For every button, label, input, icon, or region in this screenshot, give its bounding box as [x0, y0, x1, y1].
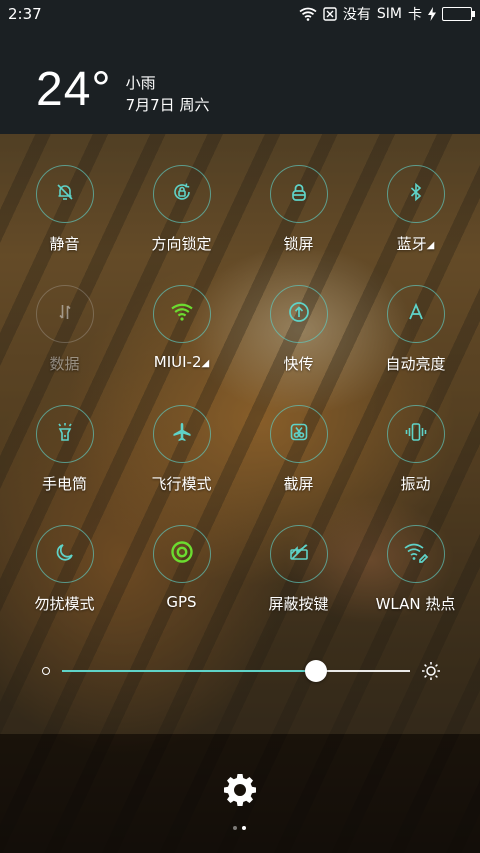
vibrate-icon	[404, 421, 428, 447]
weather-date: 7月7日 周六	[125, 96, 210, 114]
toggle-quick-share-circle[interactable]	[269, 285, 328, 343]
carrier-text: 没有	[342, 7, 371, 23]
expand-caret-icon: ◢	[426, 240, 435, 251]
toggle-vibrate-circle[interactable]	[386, 405, 445, 463]
quick-settings-grid: 静音 方向锁定 锁屏 蓝牙◢ 数据 MIUI-2◢ 快传 自动亮度 手电筒 飞行…	[6, 165, 474, 645]
bell-off-icon	[54, 181, 76, 207]
toggle-rotation-lock-circle[interactable]	[152, 165, 211, 223]
toggle-gps[interactable]: GPS	[123, 525, 240, 645]
toggle-airplane-circle[interactable]	[152, 405, 211, 463]
auto-brightness-icon	[405, 301, 427, 327]
toggle-label: 锁屏	[283, 235, 314, 253]
toggle-silent-circle[interactable]	[35, 165, 94, 223]
toggle-label: 截屏	[283, 475, 314, 493]
wifi-icon	[170, 302, 194, 326]
bluetooth-icon	[405, 181, 427, 207]
weather-widget[interactable]: 24° 小雨 7月7日 周六	[36, 66, 209, 116]
toggle-label: 飞行模式	[151, 475, 212, 493]
toggle-bluetooth[interactable]: 蓝牙◢	[357, 165, 474, 285]
brightness-low-icon	[42, 667, 50, 675]
toggle-do-not-disturb-circle[interactable]	[35, 525, 94, 583]
brightness-track-filled	[62, 670, 317, 672]
lock-icon	[288, 181, 310, 207]
rotation-lock-icon	[171, 181, 193, 207]
weather-details: 小雨 7月7日 周六	[126, 72, 210, 116]
toggle-flashlight-circle[interactable]	[35, 405, 94, 463]
settings-button[interactable]	[224, 774, 256, 810]
toggle-hotspot[interactable]: WLAN 热点	[357, 525, 474, 645]
toggle-auto-brightness[interactable]: 自动亮度	[357, 285, 474, 405]
status-icons: 没有 SIM 卡	[299, 4, 475, 24]
toggle-flashlight[interactable]: 手电筒	[6, 405, 123, 525]
toggle-lock-screen[interactable]: 锁屏	[240, 165, 357, 285]
toggle-wifi[interactable]: MIUI-2◢	[123, 285, 240, 405]
wifi-icon	[299, 7, 317, 21]
screenshot-icon	[288, 421, 310, 447]
charging-icon	[428, 7, 436, 21]
battery-icon	[442, 7, 475, 21]
toggle-label: 勿扰模式	[34, 595, 95, 613]
toggle-label: 静音	[49, 235, 80, 253]
toggle-block-keys[interactable]: 屏蔽按键	[240, 525, 357, 645]
page-dot-active[interactable]	[242, 826, 246, 830]
toggle-rotation-lock[interactable]: 方向锁定	[123, 165, 240, 285]
brightness-track[interactable]	[62, 670, 410, 672]
quick-share-icon	[287, 300, 311, 328]
toggle-label: WLAN 热点	[375, 595, 456, 613]
toggle-label: 快传	[283, 355, 314, 373]
toggle-screenshot-circle[interactable]	[269, 405, 328, 463]
page-dot[interactable]	[233, 826, 237, 830]
gear-icon	[224, 774, 256, 810]
toggle-label: 蓝牙◢	[397, 233, 435, 254]
toggle-hotspot-circle[interactable]	[386, 525, 445, 583]
toggle-label: 方向锁定	[151, 235, 212, 253]
airplane-icon	[171, 421, 193, 447]
toggle-do-not-disturb[interactable]: 勿扰模式	[6, 525, 123, 645]
toggle-block-keys-circle[interactable]	[269, 525, 328, 583]
temperature: 24°	[36, 63, 112, 116]
weather-condition: 小雨	[125, 74, 156, 92]
flashlight-icon	[54, 421, 76, 447]
toggle-lock-screen-circle[interactable]	[269, 165, 328, 223]
mobile-data-icon	[54, 301, 76, 327]
toggle-gps-circle[interactable]	[152, 525, 211, 583]
card-text: 卡	[408, 7, 422, 23]
toggle-wifi-text: MIUI-2	[153, 353, 202, 371]
toggle-airplane[interactable]: 飞行模式	[123, 405, 240, 525]
status-time: 2:37	[8, 5, 42, 23]
toggle-bluetooth-text: 蓝牙	[396, 235, 427, 253]
toggle-vibrate[interactable]: 振动	[357, 405, 474, 525]
toggle-bluetooth-circle[interactable]	[386, 165, 445, 223]
status-bar: 2:37 没有 SIM 卡	[0, 0, 480, 28]
sim-text: SIM	[376, 6, 402, 22]
toggle-screenshot[interactable]: 截屏	[240, 405, 357, 525]
brightness-thumb[interactable]	[305, 660, 328, 682]
moon-icon	[54, 541, 76, 567]
toggle-label: 自动亮度	[385, 355, 446, 373]
toggle-auto-brightness-circle[interactable]	[386, 285, 445, 343]
toggle-silent[interactable]: 静音	[6, 165, 123, 285]
gps-icon	[169, 539, 195, 569]
hotspot-icon	[403, 541, 429, 567]
toggle-label: 数据	[49, 355, 80, 373]
expand-caret-icon: ◢	[201, 358, 210, 369]
sun-icon	[420, 660, 442, 686]
toggle-label: GPS	[166, 593, 197, 611]
toggle-label: MIUI-2◢	[154, 353, 209, 371]
toggle-quick-share[interactable]: 快传	[240, 285, 357, 405]
toggle-mobile-data-circle[interactable]	[35, 285, 94, 343]
toggle-label: 手电筒	[41, 475, 87, 493]
toggle-label: 振动	[400, 475, 431, 493]
toggle-wifi-circle[interactable]	[152, 285, 211, 343]
no-sim-icon	[323, 7, 337, 21]
page-indicator	[233, 826, 246, 830]
block-keys-icon	[288, 541, 310, 567]
toggle-label: 屏蔽按键	[268, 595, 329, 613]
toggle-mobile-data[interactable]: 数据	[6, 285, 123, 405]
brightness-slider[interactable]	[40, 656, 442, 686]
